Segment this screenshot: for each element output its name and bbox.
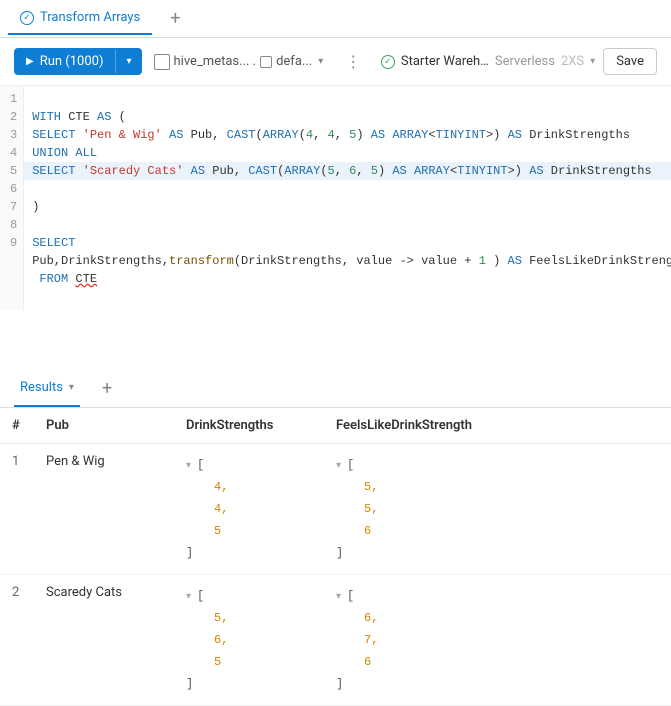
chevron-down-icon: ▾	[69, 382, 74, 393]
warehouse-picker[interactable]: ✓ Starter Wareh... Serverless 2XS ▾	[381, 54, 595, 69]
cell-feelslike: ▾[5,5,6]	[324, 444, 671, 575]
chevron-down-icon[interactable]: ▾	[336, 591, 341, 602]
run-button-label: Run (1000)	[14, 48, 115, 75]
chevron-down-icon[interactable]: ▾	[186, 591, 191, 602]
schema-name: defa...	[276, 54, 312, 69]
cell-drinkstrengths: ▾[5,6,5]	[174, 575, 324, 706]
tab-bar: ✓ Transform Arrays +	[0, 0, 671, 38]
add-results-tab-button[interactable]: +	[102, 378, 112, 399]
sql-editor[interactable]: 123456789 WITH CTE AS ( SELECT 'Pen & Wi…	[0, 85, 671, 310]
save-button[interactable]: Save	[603, 48, 657, 75]
code-area[interactable]: WITH CTE AS ( SELECT 'Pen & Wig' AS Pub,…	[24, 86, 671, 310]
cell-pub: Scaredy Cats	[34, 575, 174, 706]
chevron-down-icon: ▾	[318, 56, 323, 67]
table-row[interactable]: 2Scaredy Cats▾[5,6,5]▾[6,7,6]	[0, 575, 671, 706]
cell-feelslike: ▾[6,7,6]	[324, 575, 671, 706]
col-drinkstrengths[interactable]: DrinkStrengths	[174, 408, 324, 444]
catalog-name: hive_metas... .	[174, 54, 257, 69]
results-tab-label: Results	[20, 380, 63, 395]
toolbar: Run (1000) ▾ hive_metas... . defa... ▾ ⋮…	[0, 38, 671, 85]
col-pub[interactable]: Pub	[34, 408, 174, 444]
more-menu-button[interactable]: ⋮	[335, 48, 370, 75]
tab-title: Transform Arrays	[40, 10, 140, 25]
col-feelslike[interactable]: FeelsLikeDrinkStrength	[324, 408, 671, 444]
tab-transform-arrays[interactable]: ✓ Transform Arrays	[8, 2, 152, 35]
cell-drinkstrengths: ▾[4,4,5]	[174, 444, 324, 575]
cell-pub: Pen & Wig	[34, 444, 174, 575]
schema-icon	[260, 56, 272, 68]
run-button[interactable]: Run (1000) ▾	[14, 48, 142, 75]
results-tab[interactable]: Results ▾	[14, 370, 80, 407]
chevron-down-icon[interactable]: ▾	[186, 460, 191, 471]
row-index: 1	[0, 444, 34, 575]
table-header-row: # Pub DrinkStrengths FeelsLikeDrinkStren…	[0, 408, 671, 444]
row-index: 2	[0, 575, 34, 706]
chevron-down-icon[interactable]: ▾	[336, 460, 341, 471]
chevron-down-icon: ▾	[590, 56, 595, 67]
warehouse-name: Starter Wareh...	[401, 54, 489, 69]
col-index[interactable]: #	[0, 408, 34, 444]
check-circle-icon: ✓	[20, 11, 34, 25]
results-bar: Results ▾ +	[0, 370, 671, 408]
chevron-down-icon[interactable]: ▾	[115, 50, 141, 73]
warehouse-size: 2XS	[561, 54, 584, 69]
new-tab-button[interactable]: +	[170, 8, 180, 29]
line-gutter: 123456789	[0, 86, 24, 310]
warehouse-type: Serverless	[495, 54, 555, 69]
check-circle-icon: ✓	[381, 55, 395, 69]
results-table: # Pub DrinkStrengths FeelsLikeDrinkStren…	[0, 408, 671, 706]
catalog-picker[interactable]: hive_metas... . defa... ▾	[150, 50, 328, 74]
table-row[interactable]: 1Pen & Wig▾[4,4,5]▾[5,5,6]	[0, 444, 671, 575]
